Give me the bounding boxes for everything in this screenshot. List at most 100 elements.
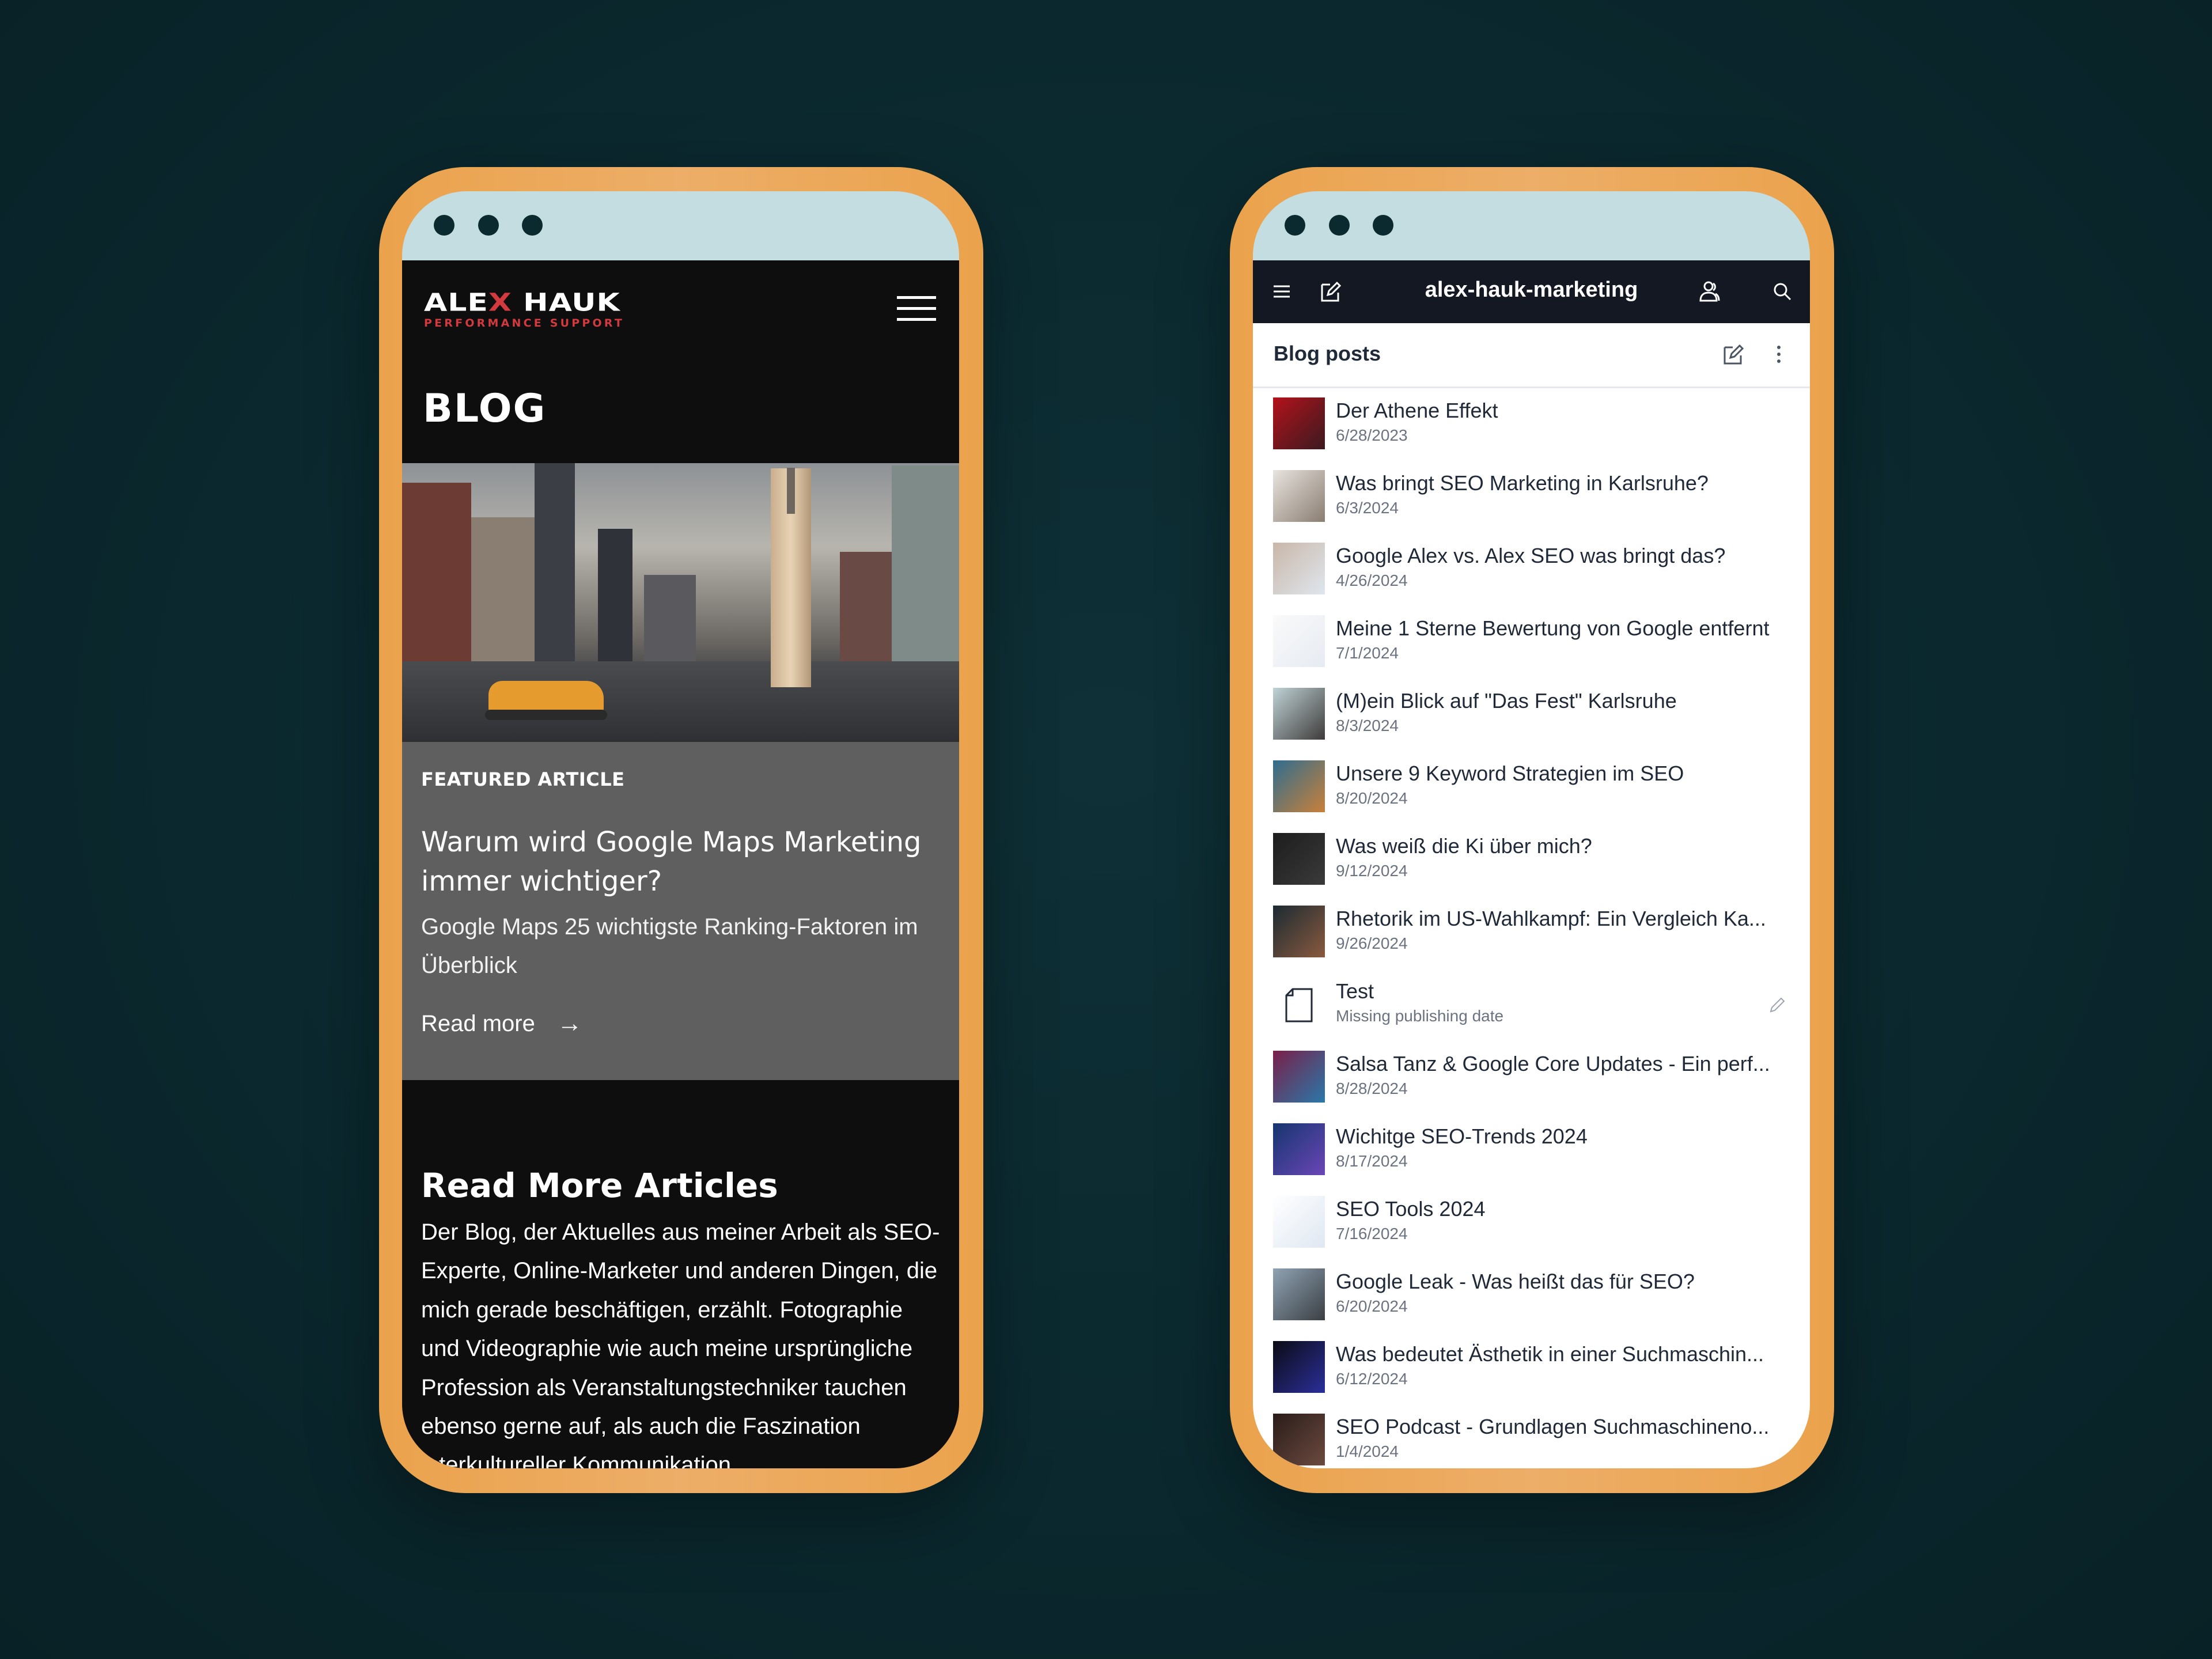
list-item[interactable]: Salsa Tanz & Google Core Updates - Ein p… [1253,1041,1810,1114]
post-thumbnail [1273,1123,1325,1175]
featured-article-card: FEATURED ARTICLE Warum wird Google Maps … [402,742,959,1080]
list-item[interactable]: Was weiß die Ki über mich? 9/12/2024 [1253,824,1810,896]
compose-icon[interactable] [1719,340,1747,368]
post-date: 7/1/2024 [1336,644,1399,662]
workspace-title: alex-hauk-marketing [1425,278,1638,302]
list-item[interactable]: (M)ein Blick auf "Das Fest" Karlsruhe 8/3… [1253,679,1810,751]
list-item[interactable]: Test Missing publishing date [1253,969,1810,1041]
list-item[interactable]: Was bedeutet Ästhetik in einer Suchmasch… [1253,1332,1810,1404]
post-date: 6/12/2024 [1336,1370,1408,1388]
post-title: Test [1336,979,1374,1003]
list-item[interactable]: Wichitge SEO-Trends 2024 8/17/2024 [1253,1114,1810,1187]
post-title: SEO Tools 2024 [1336,1197,1486,1221]
window-dot-icon [1373,215,1393,236]
right-phone-mockup: alex-hauk-marketing Blog posts Der Athen… [1230,167,1834,1493]
list-item[interactable]: SEO Podcast - Grundlagen Suchmaschineno.… [1253,1404,1810,1468]
more-vertical-icon[interactable] [1765,340,1793,368]
post-thumbnail [1273,470,1325,522]
post-title: Rhetorik im US-Wahlkampf: Ein Vergleich … [1336,907,1766,930]
post-thumbnail [1273,688,1325,740]
post-title: SEO Podcast - Grundlagen Suchmaschineno.… [1336,1415,1770,1438]
logo-wordmark: ALEX HAUK [424,288,620,317]
post-title: Was weiß die Ki über mich? [1336,834,1592,858]
hamburger-menu-button[interactable] [897,296,936,321]
post-thumbnail [1273,397,1325,449]
read-more-link[interactable]: Read more → [421,1009,582,1038]
post-date: Missing publishing date [1336,1007,1504,1025]
right-phone-screen: alex-hauk-marketing Blog posts Der Athen… [1253,191,1810,1468]
list-item[interactable]: Meine 1 Sterne Bewertung von Google entf… [1253,606,1810,679]
cms-app: alex-hauk-marketing Blog posts Der Athen… [1253,260,1810,1468]
pencil-icon[interactable] [1766,994,1787,1015]
window-dot-icon [478,215,499,236]
list-item[interactable]: SEO Tools 2024 7/16/2024 [1253,1187,1810,1259]
featured-article-image[interactable] [402,463,959,742]
window-dot-icon [434,215,454,236]
read-more-articles-heading: Read More Articles [421,1166,778,1205]
browser-chrome-bar [402,191,959,260]
left-phone-screen: ALEX HAUK PERFORMANCE SUPPORT BLOG FEATU… [402,191,959,1468]
post-title: Unsere 9 Keyword Strategien im SEO [1336,762,1684,785]
post-thumbnail [1273,1268,1325,1320]
post-title: Google Leak - Was heißt das für SEO? [1336,1270,1695,1293]
post-date: 6/3/2024 [1336,499,1399,517]
post-title: (M)ein Blick auf "Das Fest" Karlsruhe [1336,689,1677,713]
logo-tagline: PERFORMANCE SUPPORT [424,317,624,329]
list-title: Blog posts [1274,342,1381,365]
post-date: 8/3/2024 [1336,717,1399,734]
post-thumbnail [1273,1051,1325,1103]
page-title: BLOG [423,386,547,431]
post-title: Was bringt SEO Marketing in Karlsruhe? [1336,471,1709,495]
post-date: 7/16/2024 [1336,1225,1408,1243]
list-item[interactable]: Der Athene Effekt 6/28/2023 [1253,388,1810,461]
post-date: 6/20/2024 [1336,1297,1408,1315]
post-date: 8/17/2024 [1336,1152,1408,1170]
post-title: Wichitge SEO-Trends 2024 [1336,1124,1588,1148]
site-logo[interactable]: ALEX HAUK PERFORMANCE SUPPORT [424,290,624,329]
featured-subtitle: Google Maps 25 wichtigste Ranking-Faktor… [421,914,918,978]
list-item[interactable]: Was bringt SEO Marketing in Karlsruhe? 6/… [1253,461,1810,533]
list-item[interactable]: Google Leak - Was heißt das für SEO? 6/20… [1253,1259,1810,1332]
users-icon[interactable] [1696,278,1724,305]
post-thumbnail [1273,906,1325,957]
post-thumbnail [1273,1196,1325,1248]
featured-title[interactable]: Warum wird Google Maps Marketing immer w… [421,823,940,901]
post-title: Salsa Tanz & Google Core Updates - Ein p… [1336,1052,1770,1075]
post-thumbnail [1273,760,1325,812]
post-date: 8/28/2024 [1336,1080,1408,1097]
window-dot-icon [1329,215,1350,236]
post-title: Der Athene Effekt [1336,399,1498,422]
post-thumbnail [1273,1414,1325,1465]
post-date: 8/20/2024 [1336,789,1408,807]
arrow-right-icon: → [556,1009,582,1037]
featured-label: FEATURED ARTICLE [421,768,625,790]
blog-description: Der Blog, der Aktuelles aus meiner Arbei… [421,1219,940,1468]
post-date: 6/28/2023 [1336,426,1408,444]
left-phone-mockup: ALEX HAUK PERFORMANCE SUPPORT BLOG FEATU… [379,167,983,1493]
post-title: Google Alex vs. Alex SEO was bringt das? [1336,544,1726,567]
post-thumbnail [1273,615,1325,667]
blog-website: ALEX HAUK PERFORMANCE SUPPORT BLOG FEATU… [402,260,959,1468]
post-date: 9/26/2024 [1336,934,1408,952]
list-item[interactable]: Unsere 9 Keyword Strategien im SEO 8/20/2… [1253,751,1810,824]
post-thumbnail [1273,833,1325,885]
post-date: 1/4/2024 [1336,1442,1399,1460]
search-icon[interactable] [1768,278,1796,305]
browser-chrome-bar [1253,191,1810,260]
post-thumbnail [1273,543,1325,594]
post-date: 9/12/2024 [1336,862,1408,880]
window-dot-icon [522,215,543,236]
blog-post-list: Der Athene Effekt 6/28/2023 Was bringt SEO… [1253,388,1810,1468]
window-dot-icon [1285,215,1305,236]
list-item[interactable]: Google Alex vs. Alex SEO was bringt das?… [1253,533,1810,606]
post-title: Was bedeutet Ästhetik in einer Suchmasch… [1336,1342,1764,1366]
post-title: Meine 1 Sterne Bewertung von Google entf… [1336,616,1770,640]
hamburger-icon [897,296,936,299]
document-icon [1285,988,1313,1022]
cms-header: alex-hauk-marketing [1253,260,1810,323]
post-date: 4/26/2024 [1336,571,1408,589]
taxi-illustration [485,681,607,720]
list-item[interactable]: Rhetorik im US-Wahlkampf: Ein Vergleich … [1253,896,1810,969]
post-thumbnail [1273,1341,1325,1393]
blog-posts-toolbar: Blog posts [1253,323,1810,388]
